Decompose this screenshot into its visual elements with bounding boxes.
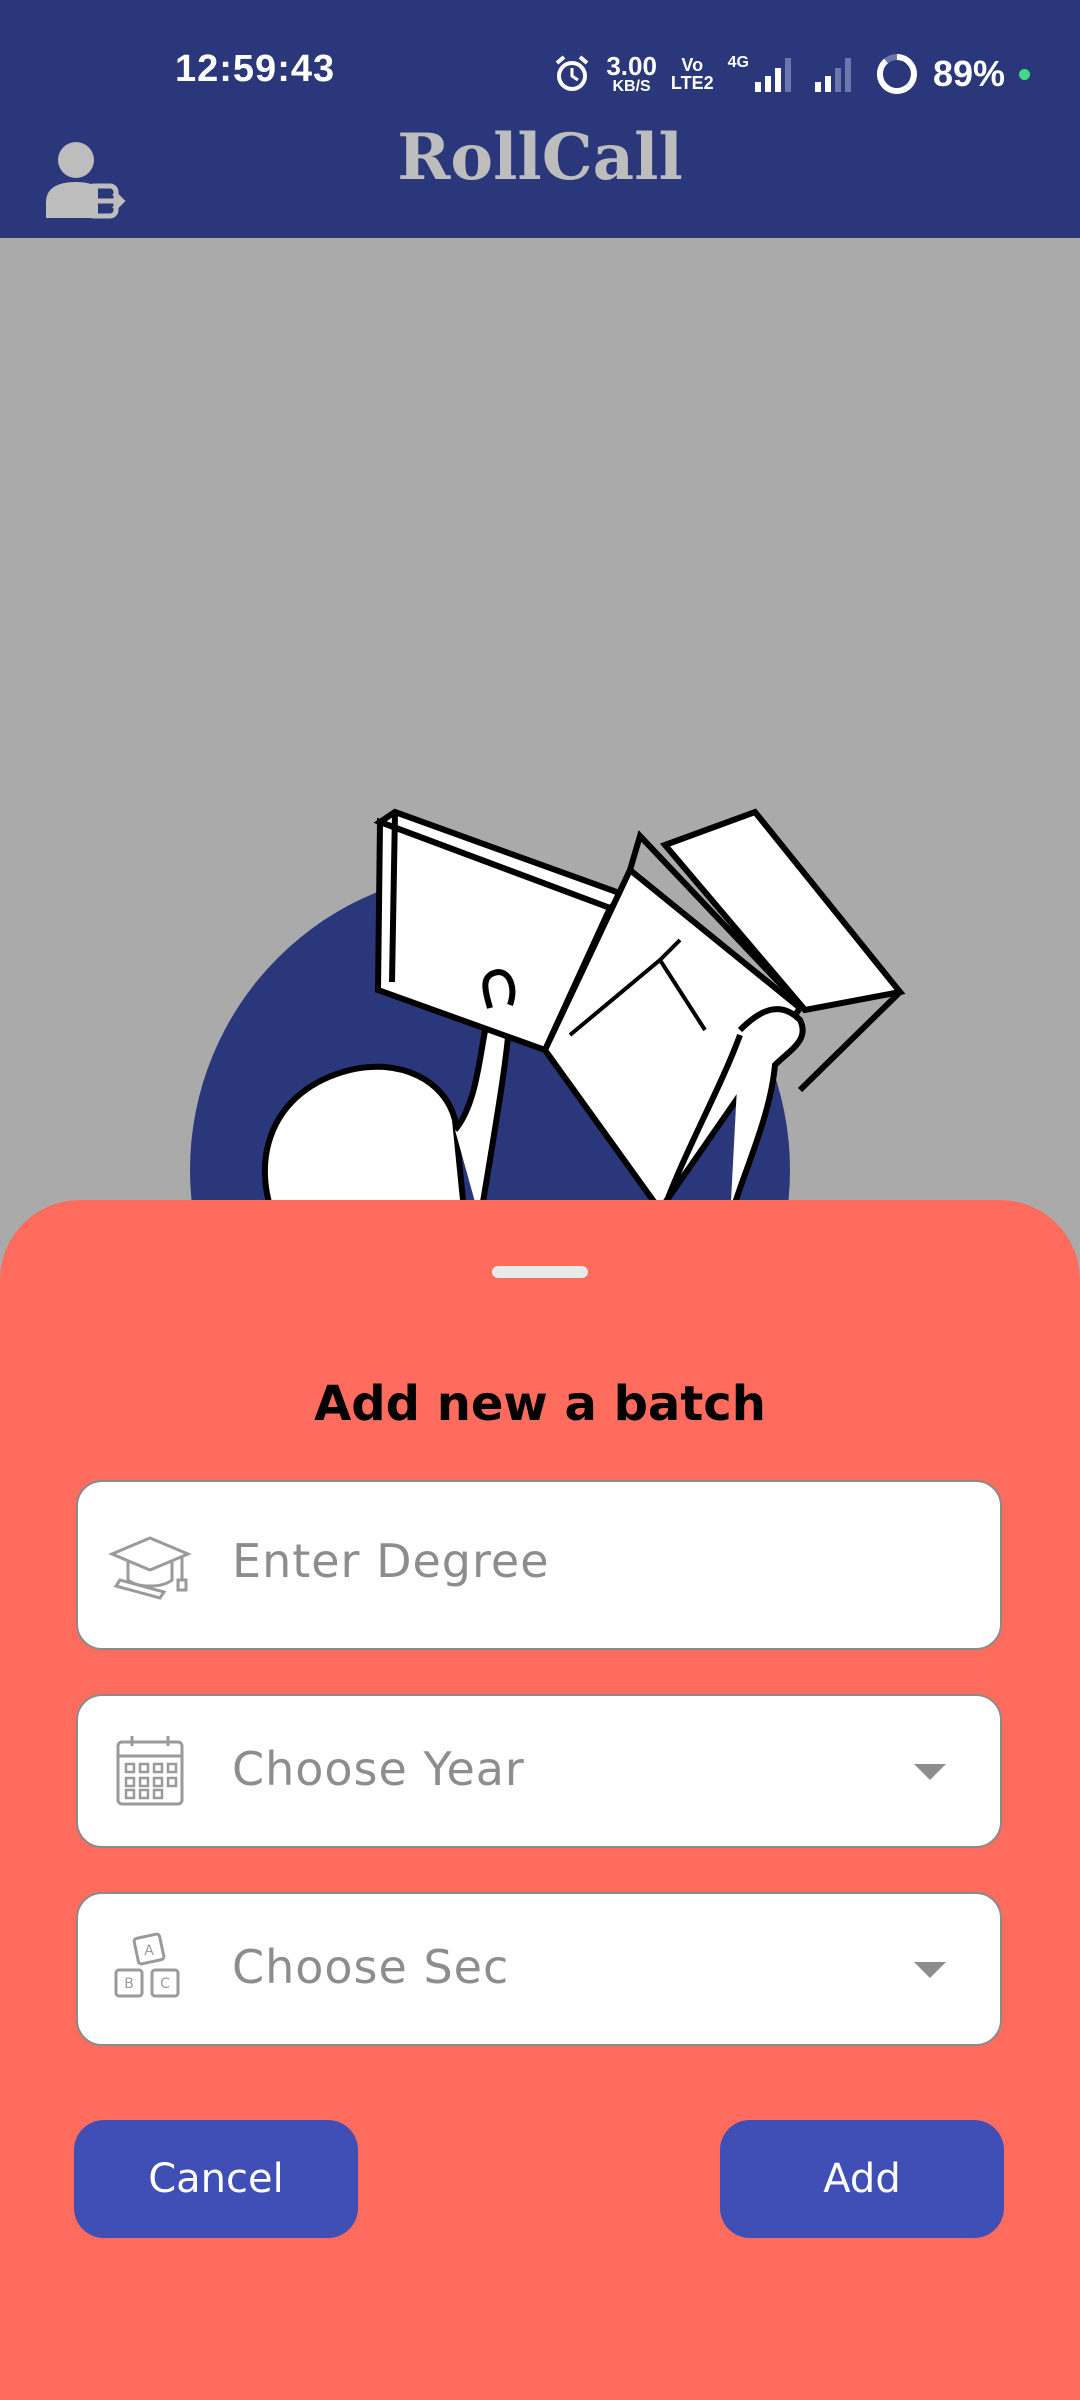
cancel-button[interactable]: Cancel	[74, 2120, 358, 2238]
abc-blocks-icon: A B C	[114, 1932, 180, 1998]
sec-select[interactable]: A B C Choose Sec	[76, 1892, 1002, 2046]
signal-1: 4G	[728, 54, 797, 94]
year-select[interactable]: Choose Year	[76, 1694, 1002, 1848]
network-speed-value: 3.00	[606, 51, 657, 81]
app-title: RollCall	[397, 120, 683, 195]
volte-bottom: LTE2	[670, 73, 714, 93]
add-button[interactable]: Add	[720, 2120, 1004, 2238]
signal-icon-2	[814, 58, 851, 92]
battery-percent: 89%	[932, 53, 1005, 94]
add-batch-bottom-sheet: Add new a batch Enter Degree Choose Year…	[0, 1200, 1080, 2400]
status-icons: 3.00 KB/S Vo LTE2 4G 89%	[552, 44, 1030, 104]
screen: 12:59:43 3.00 KB/S Vo LTE2 4G 89% RollCa…	[0, 0, 1080, 2400]
sheet-drag-handle[interactable]	[492, 1266, 588, 1278]
battery-ring-icon	[876, 54, 917, 94]
app-bar: 12:59:43 3.00 KB/S Vo LTE2 4G 89% RollCa…	[0, 0, 1080, 238]
signal-icon	[754, 58, 791, 92]
svg-text:A: A	[144, 1943, 154, 1959]
charging-dot	[1019, 68, 1030, 80]
volte-indicator: Vo LTE2	[671, 56, 714, 92]
network-speed: 3.00 KB/S	[606, 53, 657, 95]
chevron-down-icon	[914, 1764, 946, 1780]
calendar-icon	[116, 1736, 184, 1806]
svg-text:B: B	[124, 1976, 134, 1992]
sheet-title: Add new a batch	[314, 1376, 766, 1432]
volte-top: Vo	[681, 55, 704, 75]
chevron-down-icon	[914, 1962, 946, 1978]
degree-placeholder: Enter Degree	[232, 1534, 550, 1588]
people-with-boxes-illustration	[190, 808, 906, 1220]
svg-text:C: C	[160, 1976, 170, 1992]
alarm-icon	[556, 55, 589, 91]
status-time: 12:59:43	[175, 48, 336, 90]
network-type: 4G	[727, 54, 749, 71]
network-speed-unit: KB/S	[612, 78, 651, 95]
sec-placeholder: Choose Sec	[232, 1940, 510, 1994]
degree-input[interactable]: Enter Degree	[76, 1480, 1002, 1650]
graduation-cap-icon	[108, 1536, 192, 1600]
year-placeholder: Choose Year	[232, 1742, 525, 1796]
